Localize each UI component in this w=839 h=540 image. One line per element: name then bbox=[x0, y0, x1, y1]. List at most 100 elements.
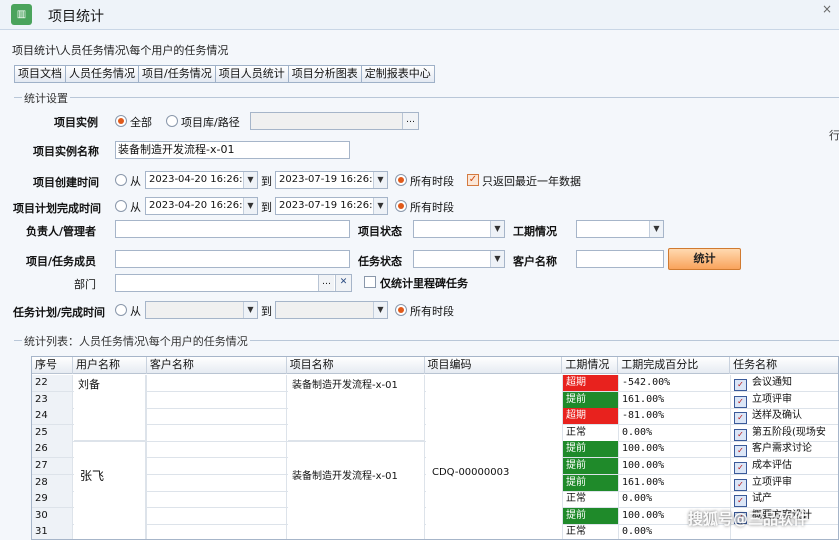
member-input[interactable] bbox=[115, 250, 350, 268]
percent-cell[interactable]: 161.00% bbox=[619, 391, 731, 409]
status-badge[interactable]: 提前 bbox=[563, 507, 619, 525]
status-badge[interactable]: 提前 bbox=[563, 441, 619, 459]
percent-cell[interactable]: 100.00% bbox=[619, 441, 731, 459]
task-cell[interactable]: ✓ 成本评估 bbox=[731, 458, 838, 475]
task-to-picker[interactable]: ▼ bbox=[275, 301, 388, 319]
customer-cell[interactable] bbox=[147, 424, 287, 442]
percent-cell[interactable]: 100.00% bbox=[619, 458, 731, 475]
plan-to-picker[interactable]: 2023-07-19 16:26: ▼ bbox=[275, 197, 388, 215]
seq-cell[interactable]: 30 bbox=[32, 507, 73, 525]
task-cell[interactable]: ✓ 立项评审 bbox=[731, 475, 838, 492]
tab-staff-tasks[interactable]: 人员任务情况 bbox=[66, 65, 139, 83]
close-icon[interactable]: × bbox=[822, 2, 832, 16]
task-status-select[interactable]: ▼ bbox=[413, 250, 505, 268]
seq-cell[interactable]: 24 bbox=[32, 408, 73, 426]
percent-cell[interactable]: 161.00% bbox=[619, 474, 731, 492]
customer-input[interactable] bbox=[576, 250, 664, 268]
radio-plan-all-periods[interactable] bbox=[395, 200, 407, 212]
radio-all[interactable] bbox=[115, 115, 127, 127]
status-badge[interactable]: 提前 bbox=[563, 458, 619, 475]
col-seq[interactable]: 序号 bbox=[32, 357, 73, 374]
tab-analysis-charts[interactable]: 项目分析图表 bbox=[288, 65, 362, 83]
col-project-name[interactable]: 项目名称 bbox=[287, 357, 425, 374]
customer-cell[interactable] bbox=[147, 474, 287, 492]
customer-cell[interactable] bbox=[147, 507, 287, 525]
status-badge[interactable]: 提前 bbox=[563, 391, 619, 409]
percent-cell[interactable]: 0.00% bbox=[619, 424, 731, 442]
col-period-status[interactable]: 工期情况 bbox=[562, 357, 619, 374]
radio-task-from[interactable] bbox=[115, 304, 127, 316]
milestone-only-label: 仅统计里程碑任务 bbox=[380, 277, 468, 290]
radio-plan-from[interactable] bbox=[115, 200, 127, 212]
tab-project-staff[interactable]: 项目人员统计 bbox=[215, 65, 289, 83]
customer-cell[interactable] bbox=[147, 524, 287, 539]
task-cell[interactable]: ✓ 立项评审 bbox=[731, 392, 838, 409]
customer-cell[interactable] bbox=[147, 441, 287, 459]
instance-name-input[interactable]: 装备制造开发流程-x-01 bbox=[115, 141, 350, 159]
status-badge[interactable]: 超期 bbox=[563, 408, 619, 426]
col-customer[interactable]: 客户名称 bbox=[147, 357, 287, 374]
task-name-label: 会议通知 bbox=[752, 377, 792, 388]
browse-library-button[interactable]: … bbox=[402, 113, 418, 129]
period-select[interactable]: ▼ bbox=[576, 220, 664, 238]
status-badge[interactable]: 正常 bbox=[563, 424, 619, 442]
browse-department-button[interactable]: … bbox=[318, 275, 334, 291]
library-path-field[interactable] bbox=[250, 112, 419, 130]
task-icon: ✓ bbox=[734, 462, 747, 474]
status-badge[interactable]: 提前 bbox=[563, 474, 619, 492]
user-cell-2[interactable]: 张飞 bbox=[74, 442, 146, 539]
percent-cell[interactable]: -81.00% bbox=[619, 408, 731, 426]
user-cell-1[interactable]: 刘备 bbox=[74, 375, 146, 441]
customer-cell[interactable] bbox=[147, 391, 287, 409]
percent-cell[interactable]: -542.00% bbox=[619, 375, 731, 392]
customer-cell[interactable] bbox=[147, 408, 287, 426]
project-name-cell-2[interactable]: 装备制造开发流程-x-01 bbox=[288, 442, 425, 539]
seq-cell[interactable]: 27 bbox=[32, 458, 73, 475]
task-cell[interactable]: ✓ 送样及确认 bbox=[731, 408, 838, 426]
status-badge[interactable]: 超期 bbox=[563, 375, 619, 392]
seq-cell[interactable]: 25 bbox=[32, 424, 73, 442]
col-user[interactable]: 用户名称 bbox=[73, 357, 147, 374]
col-project-code[interactable]: 项目编码 bbox=[425, 357, 563, 374]
tab-project-tasks[interactable]: 项目/任务情况 bbox=[139, 65, 216, 83]
task-cell[interactable]: ✓ 会议通知 bbox=[731, 375, 838, 392]
seq-cell[interactable]: 31 bbox=[32, 524, 73, 539]
percent-cell[interactable]: 0.00% bbox=[619, 491, 731, 509]
create-to-picker[interactable]: 2023-07-19 16:26: ▼ bbox=[275, 171, 388, 189]
seq-cell[interactable]: 23 bbox=[32, 391, 73, 409]
clear-department-icon[interactable]: ✕ bbox=[335, 275, 351, 291]
task-cell[interactable]: ✓ 试产 bbox=[731, 491, 838, 509]
radio-library-path[interactable] bbox=[166, 115, 178, 127]
plan-from-value: 2023-04-20 16:26: bbox=[149, 200, 243, 211]
tab-custom-reports[interactable]: 定制报表中心 bbox=[361, 65, 435, 83]
seq-cell[interactable]: 26 bbox=[32, 441, 73, 459]
customer-cell[interactable] bbox=[147, 375, 287, 392]
task-from-picker[interactable]: ▼ bbox=[145, 301, 258, 319]
col-period-pct[interactable]: 工期完成百分比 bbox=[618, 357, 731, 374]
recent-year-checkbox[interactable]: ✓ bbox=[467, 174, 479, 186]
customer-cell[interactable] bbox=[147, 458, 287, 475]
status-badge[interactable]: 正常 bbox=[563, 524, 619, 539]
statistics-button[interactable]: 统计 bbox=[668, 248, 741, 270]
radio-create-from[interactable] bbox=[115, 174, 127, 186]
create-to-label: 到 bbox=[261, 175, 272, 188]
project-status-select[interactable]: ▼ bbox=[413, 220, 505, 238]
seq-cell[interactable]: 29 bbox=[32, 491, 73, 509]
plan-from-picker[interactable]: 2023-04-20 16:26: ▼ bbox=[145, 197, 258, 215]
owner-input[interactable] bbox=[115, 220, 350, 238]
seq-cell[interactable]: 28 bbox=[32, 474, 73, 492]
task-cell[interactable]: ✓ 客户需求讨论 bbox=[731, 441, 838, 459]
project-name-cell-1[interactable]: 装备制造开发流程-x-01 bbox=[288, 375, 425, 441]
radio-create-all-periods[interactable] bbox=[395, 174, 407, 186]
customer-cell[interactable] bbox=[147, 491, 287, 509]
department-field[interactable] bbox=[115, 274, 352, 292]
seq-cell[interactable]: 22 bbox=[32, 375, 73, 392]
tab-project-docs[interactable]: 项目文档 bbox=[14, 65, 66, 83]
project-code-cell[interactable]: CDQ-00000003 bbox=[426, 375, 563, 539]
status-badge[interactable]: 正常 bbox=[563, 491, 619, 509]
col-task-name[interactable]: 任务名称 bbox=[730, 357, 838, 374]
create-from-picker[interactable]: 2023-04-20 16:26: ▼ bbox=[145, 171, 258, 189]
task-cell[interactable]: ✓ 第五阶段(现场安 bbox=[731, 425, 838, 442]
radio-task-all-periods[interactable] bbox=[395, 304, 407, 316]
milestone-only-checkbox[interactable] bbox=[364, 276, 376, 288]
